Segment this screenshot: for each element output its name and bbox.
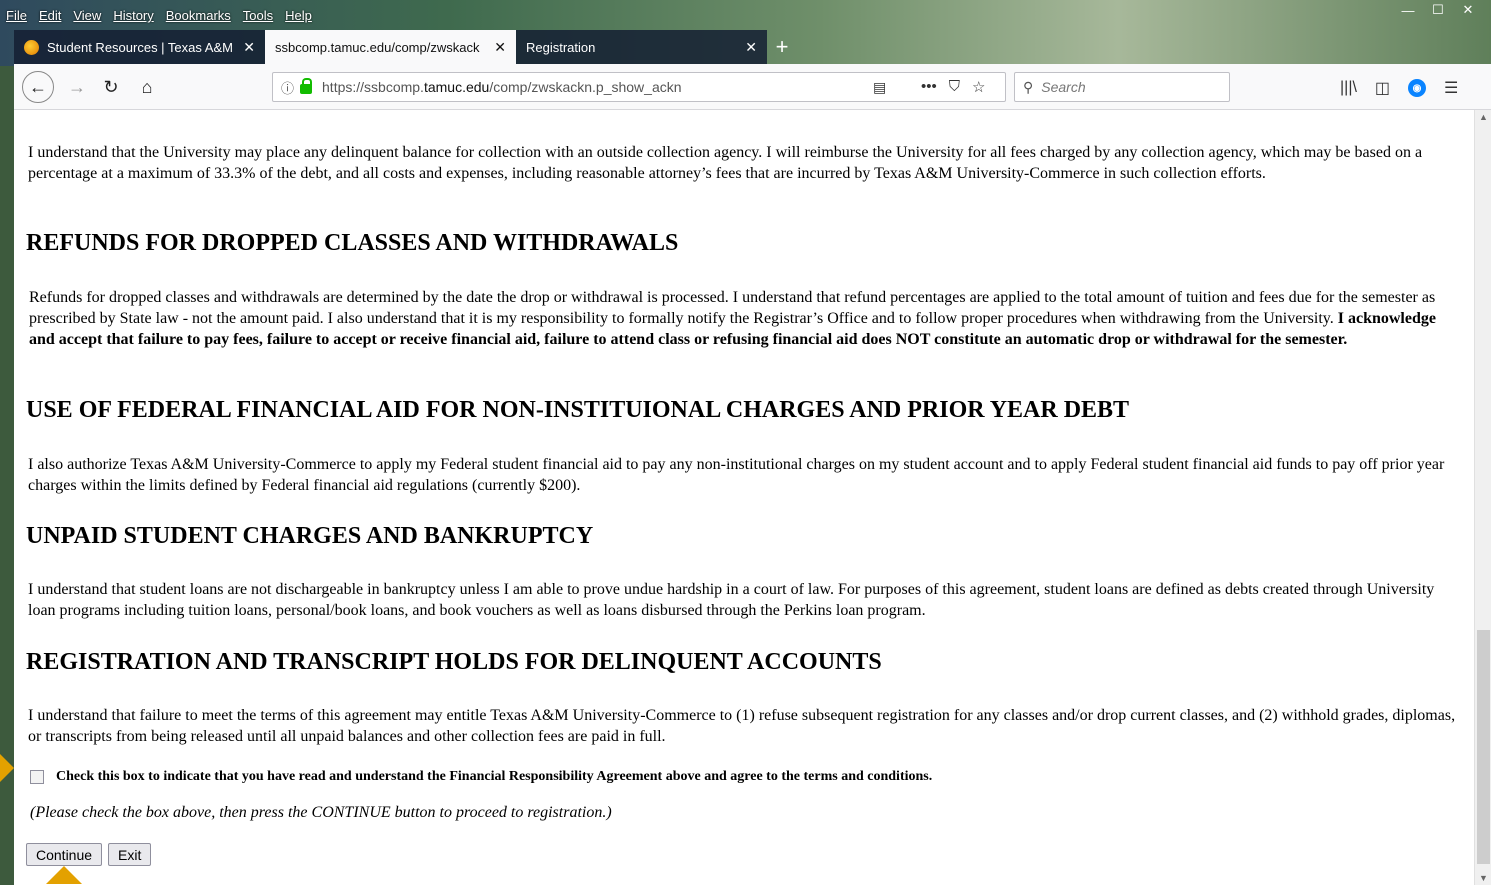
sidebar-icon[interactable]: ◫ [1375,78,1390,98]
tab-title: ssbcomp.tamuc.edu/comp/zwskack [275,39,480,55]
agree-checkbox[interactable] [30,770,44,784]
url-bar[interactable]: ⓘ https://ssbcomp.tamuc.edu/comp/zwskack… [272,72,1006,102]
vertical-scrollbar[interactable]: ▲ ▼ [1474,110,1491,885]
exit-button[interactable]: Exit [108,843,152,866]
url-domain: tamuc.edu [423,79,490,95]
toolbar-right: |||\ ◫ ◉ ☰ [1340,78,1458,98]
tab-strip: Student Resources | Texas A&M ✕ ssbcomp.… [14,30,797,64]
refunds-text: Refunds for dropped classes and withdraw… [29,289,1436,327]
close-tab-icon[interactable]: ✕ [745,39,757,56]
menu-bookmarks[interactable]: Bookmarks [160,8,237,26]
more-icon[interactable]: ••• [921,78,937,96]
scroll-thumb[interactable] [1477,630,1490,864]
search-placeholder: Search [1041,79,1086,95]
home-button[interactable]: ⌂ [132,72,162,102]
window-controls: — ☐ ✕ [1393,0,1483,20]
continue-button[interactable]: Continue [26,843,103,866]
ublock-icon[interactable]: ◉ [1408,79,1427,97]
tamuc-favicon-icon [24,39,39,55]
federal-aid-paragraph: I also authorize Texas A&M University-Co… [28,456,1445,494]
menu-history[interactable]: History [107,8,159,26]
star-icon[interactable]: ☆ [972,78,985,96]
menu-help[interactable]: Help [279,8,318,26]
menu-bar: File Edit View History Bookmarks Tools H… [0,8,318,26]
federal-aid-heading: USE OF FEDERAL FINANCIAL AID FOR NON-INS… [26,397,1130,423]
close-tab-icon[interactable]: ✕ [243,39,255,56]
refunds-heading: REFUNDS FOR DROPPED CLASSES AND WITHDRAW… [26,230,679,256]
refunds-paragraph: Refunds for dropped classes and withdraw… [29,287,1459,350]
tab-title: Student Resources | Texas A&M [47,39,233,55]
forward-button[interactable]: → [62,72,92,102]
navigation-toolbar: ← → ↻ ⌂ ⓘ https://ssbcomp.tamuc.edu/comp… [14,64,1491,110]
close-window-button[interactable]: ✕ [1453,0,1483,20]
tab-title: Registration [526,39,596,55]
close-tab-icon[interactable]: ✕ [494,39,506,56]
back-button[interactable]: ← [22,71,54,103]
search-bar[interactable]: ⚲ Search [1014,72,1230,102]
form-buttons: Continue Exit [26,843,152,866]
holds-paragraph: I understand that failure to meet the te… [28,707,1456,745]
page-viewport: I understand that the University may pla… [14,110,1491,885]
menu-tools[interactable]: Tools [237,8,279,26]
lock-icon[interactable] [300,78,313,94]
instruction-text: (Please check the box above, then press … [30,804,612,821]
menu-file[interactable]: File [0,8,33,26]
scroll-down-icon[interactable]: ▼ [1479,873,1488,883]
holds-heading: REGISTRATION AND TRANSCRIPT HOLDS FOR DE… [26,649,882,675]
url-path: /comp/zwskackn.p_show_ackn [489,79,682,95]
tab-ssbcomp[interactable]: ssbcomp.tamuc.edu/comp/zwskack ✕ [265,30,516,64]
url-prefix: https://ssbcomp. [322,79,424,95]
reader-view-icon[interactable]: ▤ [873,79,886,96]
maximize-window-button[interactable]: ☐ [1423,0,1453,20]
menu-view[interactable]: View [67,8,107,26]
hamburger-menu-icon[interactable]: ☰ [1444,78,1458,98]
new-tab-button[interactable]: + [767,30,797,64]
unpaid-charges-heading: UNPAID STUDENT CHARGES AND BANKRUPTCY [26,523,594,549]
menu-edit[interactable]: Edit [33,8,67,26]
agree-row: Check this box to indicate that you have… [30,769,932,785]
tab-student-resources[interactable]: Student Resources | Texas A&M ✕ [14,30,265,64]
info-icon[interactable]: ⓘ [281,78,294,97]
pointer-arrow-icon [0,754,14,782]
pointer-arrow-icon [46,866,82,884]
unpaid-charges-paragraph: I understand that student loans are not … [28,581,1435,619]
page-actions: ••• ⛉ ☆ [921,78,985,96]
minimize-window-button[interactable]: — [1393,0,1423,20]
collection-paragraph: I understand that the University may pla… [28,144,1423,182]
search-icon: ⚲ [1023,78,1034,95]
library-icon[interactable]: |||\ [1340,79,1357,97]
url-text: https://ssbcomp.tamuc.edu/comp/zwskackn.… [322,79,682,95]
agree-label[interactable]: Check this box to indicate that you have… [56,769,932,785]
pocket-icon[interactable]: ⛉ [949,78,960,96]
reload-button[interactable]: ↻ [96,72,126,102]
scroll-up-icon[interactable]: ▲ [1479,112,1488,122]
tab-registration[interactable]: Registration ✕ [516,30,767,64]
